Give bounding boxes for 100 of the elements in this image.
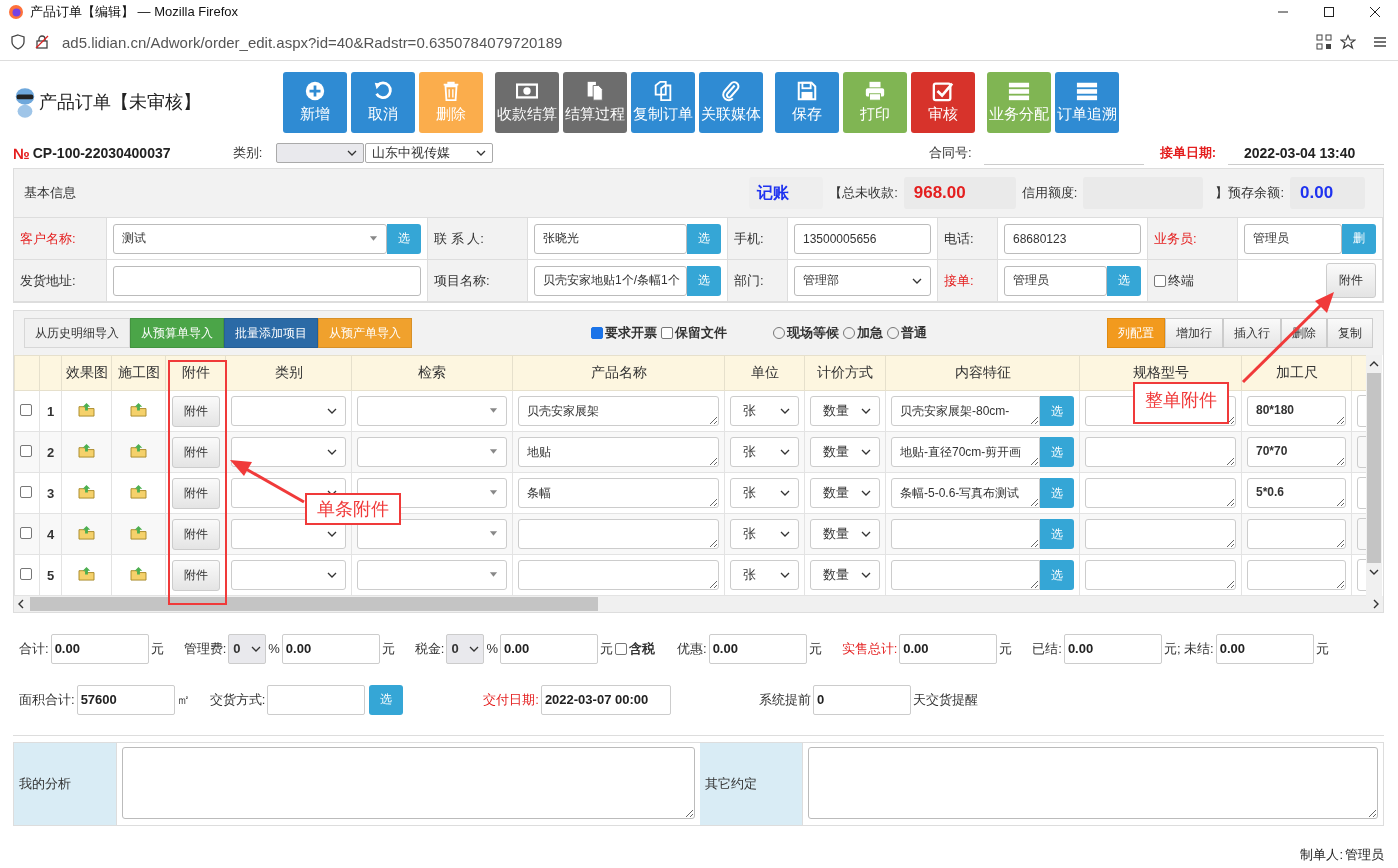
input-field[interactable]: 0.00 bbox=[1063, 633, 1162, 664]
size-field[interactable] bbox=[1247, 560, 1346, 590]
pricing-select[interactable]: 数量 bbox=[810, 437, 880, 467]
checkbox[interactable] bbox=[660, 327, 673, 339]
input-field[interactable]: 0.00 bbox=[899, 633, 998, 664]
product-name-field[interactable] bbox=[518, 519, 719, 549]
row-checkbox[interactable] bbox=[20, 403, 32, 416]
search-combo[interactable] bbox=[357, 437, 507, 467]
content-field[interactable]: 地贴-直径70cm-剪开画 bbox=[891, 437, 1040, 467]
content-field[interactable] bbox=[891, 519, 1040, 549]
rate-select[interactable]: 0 bbox=[446, 633, 485, 664]
input-field[interactable]: 0.00 bbox=[500, 633, 598, 664]
folder-upload-icon[interactable] bbox=[130, 525, 147, 540]
folder-upload-icon[interactable] bbox=[78, 402, 95, 417]
order-date-field[interactable]: 2022-03-04 13:40 bbox=[1228, 141, 1384, 165]
toolbar-button[interactable]: 审核 bbox=[911, 71, 975, 133]
input-field[interactable]: 0.00 bbox=[50, 633, 149, 664]
product-name-field[interactable]: 条幅 bbox=[518, 478, 719, 508]
pricing-select[interactable]: 数量 bbox=[810, 396, 880, 426]
pricing-select[interactable]: 数量 bbox=[810, 560, 880, 590]
toolbar-button[interactable]: 结算过程 bbox=[563, 71, 627, 133]
folder-upload-icon[interactable] bbox=[78, 443, 95, 458]
unit-select[interactable]: 张 bbox=[730, 519, 799, 549]
attachment-button[interactable]: 附件 bbox=[171, 477, 220, 509]
unit-select[interactable]: 张 bbox=[730, 437, 799, 467]
row-checkbox[interactable] bbox=[20, 567, 32, 580]
scroll-right-icon[interactable] bbox=[1373, 599, 1379, 609]
folder-upload-icon[interactable] bbox=[130, 402, 147, 417]
notes-field[interactable] bbox=[808, 747, 1378, 819]
scroll-up-icon[interactable] bbox=[1369, 361, 1379, 367]
attachment-button[interactable]: 附件 bbox=[171, 559, 220, 591]
size-field[interactable]: 80*180 bbox=[1247, 396, 1346, 426]
category-select[interactable] bbox=[231, 396, 346, 426]
pricing-select[interactable]: 数量 bbox=[810, 519, 880, 549]
search-combo[interactable] bbox=[357, 560, 507, 590]
toolbar-button[interactable]: 取消 bbox=[351, 71, 415, 133]
row-action-button[interactable]: 插入行 bbox=[1223, 318, 1281, 348]
notes-field[interactable] bbox=[122, 747, 695, 819]
content-field[interactable]: 条幅-5-0.6-写真布测试 bbox=[891, 478, 1040, 508]
spec-field[interactable] bbox=[1085, 437, 1236, 467]
lock-icon[interactable] bbox=[34, 34, 50, 50]
input-field[interactable]: 0.00 bbox=[708, 633, 807, 664]
row-checkbox[interactable] bbox=[20, 485, 32, 498]
content-field[interactable]: 贝壳安家展架-80cm- bbox=[891, 396, 1040, 426]
row-action-button[interactable]: 复制 bbox=[1327, 318, 1373, 348]
spec-field[interactable] bbox=[1085, 519, 1236, 549]
folder-upload-icon[interactable] bbox=[130, 443, 147, 458]
input-field[interactable] bbox=[267, 684, 366, 715]
row-action-button[interactable]: 增加行 bbox=[1165, 318, 1223, 348]
row-checkbox[interactable] bbox=[20, 444, 32, 457]
attachment-button[interactable]: 附件 bbox=[171, 518, 220, 550]
search-combo[interactable] bbox=[357, 396, 507, 426]
scroll-down-icon[interactable] bbox=[1369, 569, 1379, 575]
input-field[interactable]: 13500005656 bbox=[794, 223, 931, 254]
input-field[interactable]: 0.00 bbox=[281, 633, 380, 664]
toolbar-button[interactable]: 关联媒体 bbox=[699, 71, 763, 133]
size-field[interactable] bbox=[1247, 519, 1346, 549]
import-button[interactable]: 批量添加项目 bbox=[224, 318, 318, 348]
menu-icon[interactable] bbox=[1372, 34, 1388, 50]
pricing-select[interactable]: 数量 bbox=[810, 478, 880, 508]
size-field[interactable]: 5*0.6 bbox=[1247, 478, 1346, 508]
input-field[interactable]: 0 bbox=[812, 684, 911, 715]
department-select[interactable]: 管理部 bbox=[794, 265, 931, 296]
toolbar-button[interactable]: 收款结算 bbox=[495, 71, 559, 133]
input-field[interactable]: 2022-03-07 00:00 bbox=[540, 684, 671, 715]
size-field[interactable]: 70*70 bbox=[1247, 437, 1346, 467]
scroll-left-icon[interactable] bbox=[18, 599, 24, 609]
folder-upload-icon[interactable] bbox=[130, 566, 147, 581]
toolbar-button[interactable]: 保存 bbox=[775, 71, 839, 133]
unit-select[interactable]: 张 bbox=[730, 478, 799, 508]
category-select[interactable] bbox=[231, 560, 346, 590]
import-button[interactable]: 从历史明细导入 bbox=[24, 318, 130, 348]
input-field[interactable]: 贝壳安家地贴1个/条幅1个 bbox=[534, 265, 687, 296]
shield-icon[interactable] bbox=[10, 34, 26, 50]
customer-combo[interactable]: 测试 bbox=[113, 223, 387, 254]
spec-field[interactable] bbox=[1085, 478, 1236, 508]
folder-upload-icon[interactable] bbox=[78, 525, 95, 540]
input-field[interactable]: 0.00 bbox=[1215, 633, 1314, 664]
row-checkbox[interactable] bbox=[20, 526, 32, 539]
checkbox[interactable] bbox=[1154, 274, 1166, 287]
category-select[interactable] bbox=[231, 437, 346, 467]
product-name-field[interactable]: 贝壳安家展架 bbox=[518, 396, 719, 426]
input-field[interactable] bbox=[113, 265, 421, 296]
unit-select[interactable]: 张 bbox=[730, 560, 799, 590]
input-field[interactable]: 57600 bbox=[76, 684, 175, 715]
company-select[interactable]: 山东中视传媒 bbox=[365, 143, 494, 163]
star-icon[interactable] bbox=[1340, 34, 1356, 50]
input-field[interactable]: 张晓光 bbox=[534, 223, 687, 254]
input-field[interactable]: 管理员 bbox=[1004, 265, 1107, 296]
folder-upload-icon[interactable] bbox=[78, 566, 95, 581]
input-field[interactable]: 68680123 bbox=[1004, 223, 1141, 254]
input-field[interactable]: 管理员 bbox=[1244, 223, 1342, 254]
folder-upload-icon[interactable] bbox=[78, 484, 95, 499]
checkbox[interactable] bbox=[615, 642, 627, 655]
unit-select[interactable]: 张 bbox=[730, 396, 799, 426]
product-name-field[interactable]: 地贴 bbox=[518, 437, 719, 467]
spec-field[interactable] bbox=[1085, 560, 1236, 590]
search-combo[interactable] bbox=[357, 519, 507, 549]
category-select[interactable] bbox=[231, 519, 346, 549]
toolbar-button[interactable]: 复制订单 bbox=[631, 71, 695, 133]
